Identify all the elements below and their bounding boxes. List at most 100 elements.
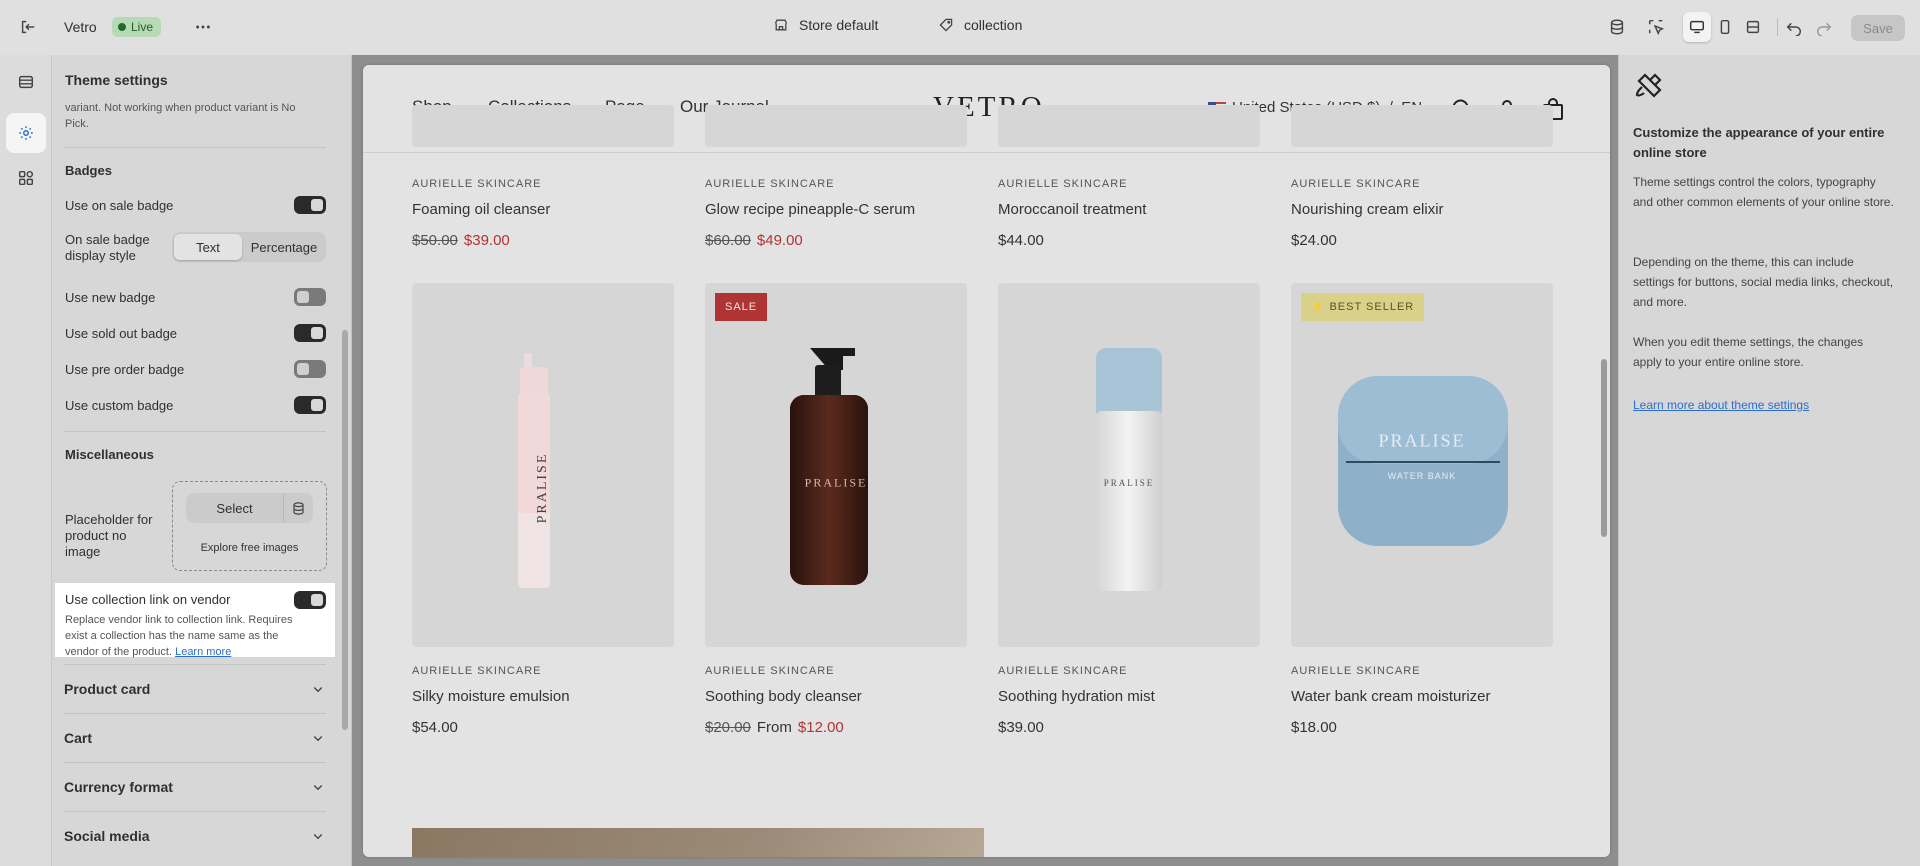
page-selector[interactable]: collection: [938, 17, 1022, 33]
lightning-icon: ⚡: [1311, 301, 1325, 313]
left-rail: [0, 55, 52, 866]
divider: [1777, 18, 1778, 36]
select-image-button[interactable]: Select: [186, 493, 284, 523]
product-card-image[interactable]: PRALISE SALE: [705, 283, 967, 647]
sale-price: $39.00: [998, 719, 1044, 736]
sale-price: $39.00: [463, 232, 510, 249]
accordion-label: Social media: [64, 828, 150, 844]
accordion-label: Cart: [64, 730, 93, 746]
product-title[interactable]: Water bank cream moisturizer: [1291, 688, 1491, 705]
product-vendor[interactable]: AURIELLE SKINCARE: [705, 178, 834, 190]
option-label: Percentage: [250, 239, 318, 255]
sections-icon[interactable]: [11, 67, 41, 97]
top-bar: Vetro Live Store default collection Save: [0, 0, 1920, 55]
template-selector[interactable]: Store default: [773, 17, 878, 33]
product-price: $60.00 $49.00: [705, 232, 803, 249]
product-vendor[interactable]: AURIELLE SKINCARE: [998, 178, 1127, 190]
pre-order-badge-toggle[interactable]: [294, 360, 326, 378]
store-preview: Shop Collections Page Our Journal VETRO …: [363, 65, 1610, 857]
redo-icon[interactable]: [1809, 12, 1839, 42]
accordion-social-media[interactable]: Social media: [64, 811, 326, 860]
product-title[interactable]: Glow recipe pineapple-C serum: [705, 201, 915, 218]
accordion-cart[interactable]: Cart: [64, 713, 326, 762]
live-dot-icon: [118, 23, 126, 31]
explore-images-link[interactable]: Explore free images: [173, 542, 326, 554]
new-badge-label: Use new badge: [65, 290, 156, 305]
theme-settings-icon[interactable]: [6, 113, 46, 153]
more-options-icon[interactable]: [188, 12, 218, 42]
inspector-icon[interactable]: [1641, 12, 1671, 42]
sale-price: $12.00: [797, 719, 844, 736]
collection-link-label: Use collection link on vendor: [65, 592, 231, 607]
theme-settings-docs-link[interactable]: Learn more about theme settings: [1633, 398, 1809, 412]
best-seller-badge: ⚡ BEST SELLER: [1301, 293, 1425, 321]
chevron-down-icon: [310, 828, 326, 844]
sale-price: $18.00: [1291, 719, 1337, 736]
exit-icon[interactable]: [13, 12, 43, 42]
product-label-text: PRALISE: [535, 452, 550, 524]
product-card-image[interactable]: PRALISE: [412, 283, 674, 647]
paint-brush-icon: [1633, 70, 1665, 102]
image-library-icon[interactable]: [284, 493, 313, 523]
apps-icon[interactable]: [11, 163, 41, 193]
info-paragraph-2: Depending on the theme, this can include…: [1633, 255, 1894, 309]
product-price: $24.00: [1291, 232, 1337, 249]
misc-heading: Miscellaneous: [65, 447, 154, 462]
product-vendor[interactable]: AURIELLE SKINCARE: [412, 178, 541, 190]
product-card-image[interactable]: [1291, 105, 1553, 147]
image-select-group: Select: [186, 493, 313, 523]
badge-label: BEST SELLER: [1329, 301, 1415, 313]
product-title[interactable]: Soothing body cleanser: [705, 688, 862, 705]
banner-image: [412, 828, 984, 857]
fullscreen-icon[interactable]: [1739, 12, 1767, 42]
save-label: Save: [1863, 20, 1893, 36]
product-title[interactable]: Moroccanoil treatment: [998, 201, 1146, 218]
product-title[interactable]: Nourishing cream elixir: [1291, 201, 1444, 218]
store-name: Vetro: [64, 19, 97, 35]
info-title: Customize the appearance of your entire …: [1633, 125, 1885, 160]
on-sale-badge-toggle[interactable]: [294, 196, 326, 214]
product-vendor[interactable]: AURIELLE SKINCARE: [412, 665, 541, 677]
product-card-image[interactable]: [412, 105, 674, 147]
custom-badge-label: Use custom badge: [65, 398, 174, 413]
product-card-image[interactable]: [998, 105, 1260, 147]
product-label-text: PRALISE: [1103, 478, 1155, 488]
desktop-view-icon[interactable]: [1683, 12, 1711, 42]
tag-icon: [938, 17, 954, 33]
mobile-view-icon[interactable]: [1711, 12, 1739, 42]
undo-icon[interactable]: [1779, 12, 1809, 42]
chevron-down-icon: [310, 681, 326, 697]
accordion-label: Currency format: [64, 779, 173, 795]
save-button[interactable]: Save: [1851, 15, 1905, 41]
accordion-currency-format[interactable]: Currency format: [64, 762, 326, 811]
sold-out-badge-toggle[interactable]: [294, 324, 326, 342]
theme-settings-panel: Theme settings variant. Not working when…: [52, 55, 352, 866]
sale-price: $24.00: [1291, 232, 1337, 249]
product-vendor[interactable]: AURIELLE SKINCARE: [705, 665, 834, 677]
product-vendor[interactable]: AURIELLE SKINCARE: [998, 665, 1127, 677]
product-card-image[interactable]: PRALISE WATER BANK ⚡ BEST SELLER: [1291, 283, 1553, 647]
product-card-image[interactable]: PRALISE: [998, 283, 1260, 647]
option-label: Text: [196, 239, 220, 255]
display-style-text-option[interactable]: Text: [174, 234, 242, 260]
collection-link-toggle[interactable]: [294, 591, 326, 609]
product-vendor[interactable]: AURIELLE SKINCARE: [1291, 178, 1420, 190]
custom-badge-toggle[interactable]: [294, 396, 326, 414]
preview-scrollbar[interactable]: [1601, 359, 1607, 537]
info-paragraph-3: When you edit theme settings, the change…: [1633, 335, 1864, 369]
panel-scrollbar[interactable]: [342, 330, 348, 730]
product-card-image[interactable]: [705, 105, 967, 147]
collection-link-help: Replace vendor link to collection link. …: [65, 612, 315, 660]
info-panel: Customize the appearance of your entire …: [1618, 55, 1920, 866]
product-title[interactable]: Soothing hydration mist: [998, 688, 1155, 705]
learn-more-link[interactable]: Learn more: [175, 646, 231, 658]
price-prefix: From: [756, 719, 792, 736]
display-style-percentage-option[interactable]: Percentage: [244, 234, 324, 260]
database-icon[interactable]: [1602, 12, 1632, 42]
accordion-product-card[interactable]: Product card: [64, 664, 326, 713]
product-title[interactable]: Foaming oil cleanser: [412, 201, 550, 218]
display-style-label: On sale badge display style: [65, 232, 150, 263]
new-badge-toggle[interactable]: [294, 288, 326, 306]
product-vendor[interactable]: AURIELLE SKINCARE: [1291, 665, 1420, 677]
product-title[interactable]: Silky moisture emulsion: [412, 688, 570, 705]
